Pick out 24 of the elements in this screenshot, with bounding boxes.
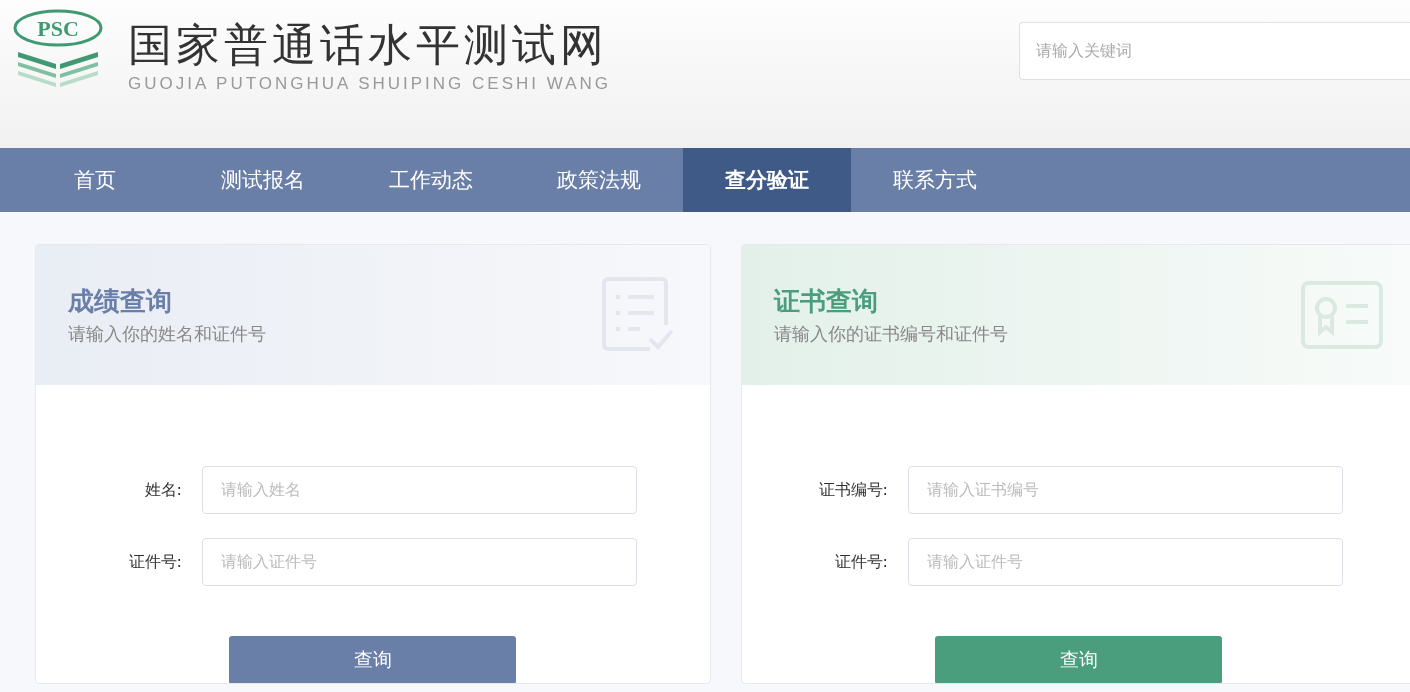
field-label: 证件号:	[127, 551, 183, 573]
field-label: 姓名:	[143, 479, 183, 501]
input-field[interactable]: 请输入证书编号	[908, 466, 1343, 514]
input-field[interactable]: 请输入姓名	[202, 466, 637, 514]
card-title: 证书查询	[774, 285, 879, 318]
nav-tab[interactable]: 工作动态	[347, 148, 515, 212]
nav-tab[interactable]: 政策法规	[515, 148, 683, 212]
nav-tab[interactable]: 测试报名	[179, 148, 347, 212]
site-title: 国家普通话水平测试网	[128, 20, 609, 70]
input-field[interactable]: 请输入证件号	[202, 538, 637, 586]
certificate-icon	[1300, 280, 1384, 350]
input-field[interactable]: 请输入证件号	[908, 538, 1343, 586]
query-button[interactable]: 查询	[229, 636, 516, 683]
card-title: 成绩查询	[68, 285, 173, 318]
nav-tab[interactable]: 首页	[11, 148, 179, 212]
card-subtitle: 请输入你的证书编号和证件号	[774, 322, 1008, 346]
field-label: 证件号:	[833, 551, 889, 573]
card-subtitle: 请输入你的姓名和证件号	[68, 322, 266, 346]
field-label: 证书编号:	[817, 479, 889, 501]
nav-tab[interactable]: 联系方式	[851, 148, 1019, 212]
nav-tab[interactable]: 查分验证	[683, 148, 851, 212]
query-button[interactable]: 查询	[935, 636, 1222, 683]
site-subtitle: GUOJIA PUTONGHUA SHUIPING CESHI WANG	[128, 74, 611, 94]
search-field[interactable]: 请输入关键词	[1019, 22, 1410, 80]
